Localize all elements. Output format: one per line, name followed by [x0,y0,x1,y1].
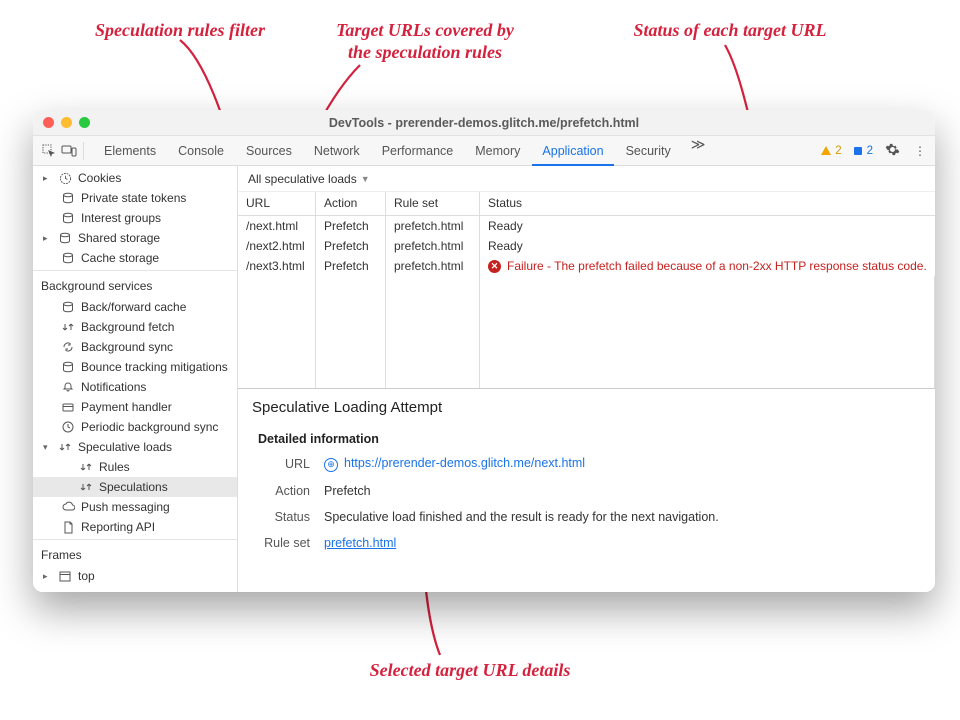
sidebar-item-notif[interactable]: Notifications [33,377,237,397]
clock-icon [61,420,75,434]
sidebar-item-push[interactable]: Push messaging [33,497,237,517]
titlebar: DevTools - prerender-demos.glitch.me/pre… [33,110,935,136]
detail-action-label: Action [258,484,310,498]
sidebar-item-cookies[interactable]: ▸Cookies [33,168,237,188]
window-title: DevTools - prerender-demos.glitch.me/pre… [33,116,935,130]
sidebar-item-bgfetch[interactable]: Background fetch [33,317,237,337]
detail-status-value: Speculative load finished and the result… [324,510,719,524]
page-icon [61,520,75,534]
annotation: Status of each target URL [600,20,860,42]
sidebar-item-speculative[interactable]: ▾Speculative loads [33,437,237,457]
sidebar-item-bfcache[interactable]: Back/forward cache [33,297,237,317]
col-url[interactable]: URL [238,192,316,215]
sidebar-item-speculations[interactable]: Speculations [33,477,237,497]
sidebar-item-rules[interactable]: Rules [33,457,237,477]
database-icon [61,300,75,314]
grid-body: /next.html Prefetch prefetch.html Ready … [238,216,935,388]
col-action[interactable]: Action [316,192,386,215]
sidebar-item-bounce[interactable]: Bounce tracking mitigations [33,357,237,377]
sidebar-item-interest[interactable]: Interest groups [33,208,237,228]
tab-application[interactable]: Application [532,136,613,166]
annotation: Target URLs covered bythe speculation ru… [310,20,540,63]
detail-subheading: Detailed information [252,428,921,450]
grid-header: URL Action Rule set Status [238,192,935,216]
sidebar-item-shared[interactable]: ▸Shared storage [33,228,237,248]
sidebar-item-top-frame[interactable]: ▸top [33,566,237,586]
database-icon [61,251,75,265]
arrows-icon [79,460,93,474]
speculation-filter[interactable]: All speculative loads▼ [238,166,935,192]
issues-badge[interactable]: 2 [852,145,873,157]
database-icon [58,231,72,245]
detail-ruleset-link[interactable]: prefetch.html [324,536,396,550]
detail-url-link[interactable]: https://prerender-demos.glitch.me/next.h… [344,456,585,470]
sidebar-heading-bg: Background services [33,273,237,297]
table-row[interactable]: /next2.html Prefetch prefetch.html Ready [238,236,935,256]
sidebar-item-bgsync[interactable]: Background sync [33,337,237,357]
frame-icon [58,569,72,583]
annotation: Speculation rules filter [70,20,290,42]
sidebar-heading-frames: Frames [33,542,237,566]
detail-action-value: Prefetch [324,484,371,498]
table-row[interactable]: /next3.html Prefetch prefetch.html ✕Fail… [238,256,935,276]
sync-icon [61,340,75,354]
main-panel: All speculative loads▼ URL Action Rule s… [238,166,935,592]
tab-network[interactable]: Network [304,136,370,166]
tab-memory[interactable]: Memory [465,136,530,166]
detail-heading: Speculative Loading Attempt [252,399,921,416]
detail-url-label: URL [258,457,310,471]
inspect-icon[interactable] [39,141,59,161]
arrows-icon [61,320,75,334]
tab-sources[interactable]: Sources [236,136,302,166]
sidebar-item-periodic[interactable]: Periodic background sync [33,417,237,437]
panel-tabs: Elements Console Sources Network Perform… [94,136,713,166]
database-icon [61,360,75,374]
sidebar-item-reporting[interactable]: Reporting API [33,517,237,537]
warnings-badge[interactable]: 2 [820,145,841,157]
sidebar-item-pst[interactable]: Private state tokens [33,188,237,208]
clock-icon [58,171,72,185]
sidebar-item-payment[interactable]: Payment handler [33,397,237,417]
cloud-icon [61,500,75,514]
error-icon: ✕ [488,260,501,273]
detail-ruleset-label: Rule set [258,536,310,550]
tab-console[interactable]: Console [168,136,234,166]
devtools-window: DevTools - prerender-demos.glitch.me/pre… [33,110,935,592]
sidebar-item-cache[interactable]: Cache storage [33,248,237,268]
toolbar: Elements Console Sources Network Perform… [33,136,935,166]
status-error: Failure - The prefetch failed because of… [507,259,927,273]
col-ruleset[interactable]: Rule set [386,192,480,215]
detail-pane: Speculative Loading Attempt Detailed inf… [238,389,935,572]
arrows-icon [79,480,93,494]
sidebar: ▸Cookies Private state tokens Interest g… [33,166,238,592]
table-row[interactable]: /next.html Prefetch prefetch.html Ready [238,216,935,236]
globe-icon: ⊕ [324,458,338,472]
card-icon [61,400,75,414]
tab-elements[interactable]: Elements [94,136,166,166]
tab-security[interactable]: Security [616,136,681,166]
chevron-down-icon: ▼ [361,174,370,184]
col-status[interactable]: Status [480,192,935,215]
device-toolbar-icon[interactable] [59,141,79,161]
database-icon [61,191,75,205]
arrows-icon [58,440,72,454]
more-tabs-icon[interactable]: ≫ [683,136,714,166]
detail-status-label: Status [258,510,310,524]
annotation: Selected target URL details [330,660,610,682]
bell-icon [61,380,75,394]
tab-performance[interactable]: Performance [372,136,464,166]
kebab-icon[interactable]: ⋮ [911,144,929,158]
settings-icon[interactable] [883,142,901,160]
database-icon [61,211,75,225]
